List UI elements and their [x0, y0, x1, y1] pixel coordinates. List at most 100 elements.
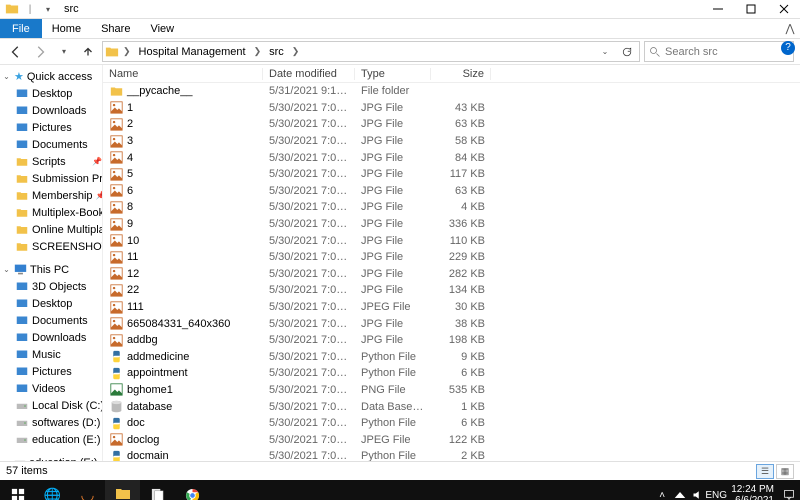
sidebar-drive-education-e-[interactable]: › education (E:): [0, 454, 102, 461]
sidebar-item-submission-proj[interactable]: Submission Proj 📌: [0, 170, 102, 187]
chevron-right-icon[interactable]: ❯: [121, 46, 133, 57]
thumbnails-view-button[interactable]: ▦: [776, 464, 794, 479]
quick-access-header[interactable]: ⌄ ★ Quick access: [0, 68, 102, 85]
file-row[interactable]: 11 5/30/2021 7:05 PM JPG File 229 KB: [103, 249, 800, 266]
file-row[interactable]: __pycache__ 5/31/2021 9:18 AM File folde…: [103, 83, 800, 100]
expand-icon[interactable]: ›: [2, 458, 11, 461]
sidebar-item-online-multiplayer[interactable]: Online Multiplayer 📌: [0, 221, 102, 238]
nav-forward-button[interactable]: [30, 42, 50, 62]
sidebar-item-documents[interactable]: Documents: [0, 312, 102, 329]
close-button[interactable]: [767, 0, 800, 19]
file-row[interactable]: doc 5/30/2021 7:05 PM Python File 6 KB: [103, 415, 800, 432]
sidebar-item-education-e-[interactable]: education (E:): [0, 431, 102, 448]
taskbar-app-2[interactable]: ◡: [70, 480, 105, 500]
sidebar-item-softwares-d-[interactable]: softwares (D:): [0, 414, 102, 431]
tray-overflow-icon[interactable]: ˄: [653, 480, 671, 500]
sidebar-item-documents[interactable]: Documents: [0, 136, 102, 153]
sidebar-item-pictures[interactable]: Pictures: [0, 363, 102, 380]
refresh-button[interactable]: [617, 42, 637, 62]
sidebar-item-screenshots[interactable]: SCREENSHOTS 📌: [0, 238, 102, 255]
nav-back-button[interactable]: [6, 42, 26, 62]
sidebar-item-3d-objects[interactable]: 3D Objects: [0, 278, 102, 295]
start-button[interactable]: [0, 480, 35, 500]
sidebar-item-downloads[interactable]: Downloads: [0, 102, 102, 119]
this-pc-header[interactable]: ⌄ This PC: [0, 261, 102, 278]
ribbon-tab-view[interactable]: View: [140, 19, 184, 38]
ribbon-tab-share[interactable]: Share: [91, 19, 140, 38]
file-row[interactable]: 9 5/30/2021 7:05 PM JPG File 336 KB: [103, 216, 800, 233]
file-date: 5/30/2021 7:05 PM: [263, 185, 355, 197]
taskbar-app-1[interactable]: 🌐: [35, 480, 70, 500]
sidebar-item-membership[interactable]: Membership 📌: [0, 187, 102, 204]
sidebar-item-multiplex-booking-[interactable]: Multiplex-Booking- 📌: [0, 204, 102, 221]
collapse-icon[interactable]: ⌄: [2, 72, 11, 81]
qat-chevron-icon[interactable]: ▾: [40, 1, 56, 17]
column-date[interactable]: Date modified: [263, 68, 355, 80]
sidebar-item-label: Documents: [32, 315, 88, 327]
details-view-button[interactable]: ☰: [756, 464, 774, 479]
tray-date: 6/6/2021: [731, 495, 774, 500]
sidebar-item-desktop[interactable]: Desktop: [0, 295, 102, 312]
help-button[interactable]: ?: [781, 41, 795, 55]
collapse-icon[interactable]: ⌄: [2, 265, 11, 274]
sidebar-item-desktop[interactable]: Desktop: [0, 85, 102, 102]
search-icon: [649, 46, 661, 58]
system-folder-icon: [14, 313, 29, 328]
chevron-right-icon[interactable]: ❯: [252, 46, 264, 57]
folder-icon: [109, 84, 123, 98]
file-row[interactable]: appointment 5/30/2021 7:05 PM Python Fil…: [103, 365, 800, 382]
column-size[interactable]: Size: [431, 68, 491, 80]
search-input[interactable]: Search src: [644, 41, 794, 62]
file-row[interactable]: 10 5/30/2021 7:05 PM JPG File 110 KB: [103, 232, 800, 249]
file-row[interactable]: 22 5/30/2021 7:05 PM JPG File 134 KB: [103, 282, 800, 299]
file-row[interactable]: 12 5/30/2021 7:05 PM JPG File 282 KB: [103, 266, 800, 283]
ribbon-file-tab[interactable]: File: [0, 19, 42, 38]
file-row[interactable]: docmain 5/30/2021 7:05 PM Python File 2 …: [103, 448, 800, 461]
nav-recent-dropdown[interactable]: ▾: [54, 42, 74, 62]
sidebar-item-local-disk-c-[interactable]: Local Disk (C:): [0, 397, 102, 414]
chevron-right-icon[interactable]: ❯: [290, 46, 302, 57]
file-row[interactable]: 8 5/30/2021 7:05 PM JPG File 4 KB: [103, 199, 800, 216]
file-row[interactable]: 665084331_640x360 5/30/2021 7:05 PM JPG …: [103, 315, 800, 332]
file-row[interactable]: 2 5/30/2021 7:05 PM JPG File 63 KB: [103, 116, 800, 133]
sidebar-item-pictures[interactable]: Pictures: [0, 119, 102, 136]
address-dropdown-button[interactable]: ⌄: [595, 42, 615, 62]
file-row[interactable]: 6 5/30/2021 7:05 PM JPG File 63 KB: [103, 183, 800, 200]
file-row[interactable]: 111 5/30/2021 7:05 PM JPEG File 30 KB: [103, 299, 800, 316]
file-row[interactable]: addbg 5/30/2021 7:05 PM JPG File 198 KB: [103, 332, 800, 349]
minimize-button[interactable]: [701, 0, 734, 19]
sidebar-item-videos[interactable]: Videos: [0, 380, 102, 397]
file-row[interactable]: 5 5/30/2021 7:05 PM JPG File 117 KB: [103, 166, 800, 183]
file-row[interactable]: database 5/30/2021 7:05 PM Data Base Fil…: [103, 398, 800, 415]
taskbar-app-4[interactable]: [140, 480, 175, 500]
tray-action-center-icon[interactable]: [780, 480, 798, 500]
file-row[interactable]: 3 5/30/2021 7:05 PM JPG File 58 KB: [103, 133, 800, 150]
pin-icon: 📌: [96, 191, 103, 200]
address-bar[interactable]: ❯ Hospital Management ❯ src ❯ ⌄: [102, 41, 640, 62]
file-list[interactable]: __pycache__ 5/31/2021 9:18 AM File folde…: [103, 83, 800, 461]
sidebar-item-music[interactable]: Music: [0, 346, 102, 363]
file-row[interactable]: doclog 5/30/2021 7:05 PM JPEG File 122 K…: [103, 431, 800, 448]
file-row[interactable]: bghome1 5/30/2021 7:05 PM PNG File 535 K…: [103, 382, 800, 399]
system-folder-icon: [14, 381, 29, 396]
nav-up-button[interactable]: [78, 42, 98, 62]
ribbon-tab-home[interactable]: Home: [42, 19, 91, 38]
file-row[interactable]: addmedicine 5/30/2021 7:05 PM Python Fil…: [103, 349, 800, 366]
taskbar-chrome[interactable]: [175, 480, 210, 500]
tray-clock[interactable]: 12:24 PM 6/6/2021: [725, 484, 780, 500]
column-name[interactable]: Name: [103, 68, 263, 80]
taskbar-file-explorer[interactable]: [105, 480, 140, 500]
maximize-button[interactable]: [734, 0, 767, 19]
tray-network-icon[interactable]: [671, 480, 689, 500]
breadcrumb-1[interactable]: src: [265, 42, 288, 61]
file-row[interactable]: 1 5/30/2021 7:05 PM JPG File 43 KB: [103, 100, 800, 117]
sidebar-item-label: Downloads: [32, 105, 86, 117]
tray-language-icon[interactable]: ENG: [707, 480, 725, 500]
pin-icon: 📌: [92, 157, 102, 166]
sidebar-item-scripts[interactable]: Scripts 📌: [0, 153, 102, 170]
sidebar-item-downloads[interactable]: Downloads: [0, 329, 102, 346]
breadcrumb-0[interactable]: Hospital Management: [135, 42, 250, 61]
column-type[interactable]: Type: [355, 68, 431, 80]
ribbon-expand-icon[interactable]: ⋀: [780, 22, 800, 35]
file-row[interactable]: 4 5/30/2021 7:05 PM JPG File 84 KB: [103, 149, 800, 166]
